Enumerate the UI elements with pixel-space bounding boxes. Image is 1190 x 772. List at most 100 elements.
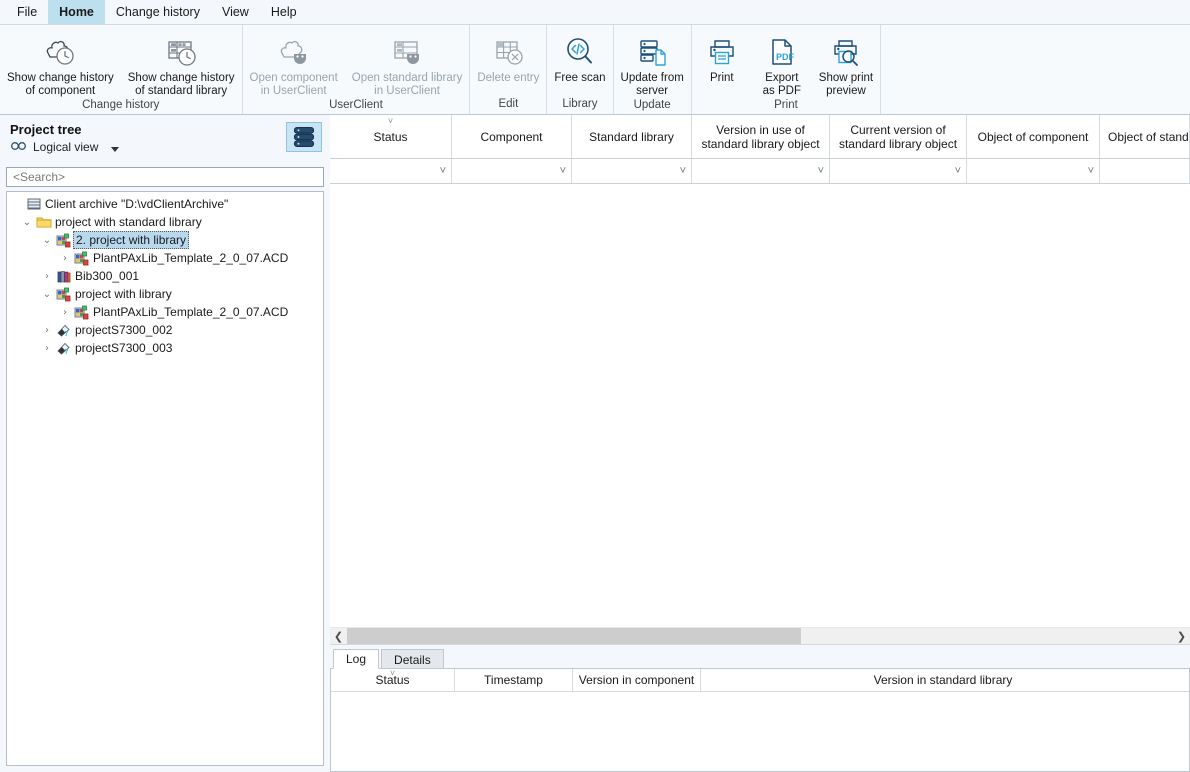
- tree-expander[interactable]: ›: [39, 325, 55, 336]
- chevron-down-icon[interactable]: [111, 146, 120, 152]
- ribbon-group-label: UserClient: [329, 99, 383, 111]
- tree-expander[interactable]: ›: [57, 253, 73, 264]
- chevron-down-icon[interactable]: ˅: [818, 166, 824, 177]
- grid-header-version-in-use[interactable]: Version in use of standard library objec…: [692, 115, 830, 158]
- tree-expander[interactable]: ⌄: [39, 235, 55, 246]
- grid-rows-area[interactable]: [330, 184, 1190, 627]
- tree-expander[interactable]: ⌄: [39, 289, 55, 300]
- tree-node-bib300-001[interactable]: › Bib300_001: [7, 267, 323, 285]
- project-tree-panel: Project tree Logical view <Search> Clien…: [0, 115, 330, 772]
- ribbon-group-edit: Delete entry Edit: [470, 25, 548, 114]
- chevron-down-icon[interactable]: ˅: [560, 166, 566, 177]
- log-panel: Log Details ˅ Status Timestamp Version i…: [330, 645, 1190, 772]
- tree-node-project-with-library[interactable]: ⌄ project with library: [7, 285, 323, 303]
- tree-node-label: project with library: [75, 287, 172, 301]
- tree-node-plantpaxlib-template-2[interactable]: › PlantPAxLib_Template_2_0_07.ACD: [7, 303, 323, 321]
- open-standard-library-in-userclient-button[interactable]: Open standard library in UserClient: [345, 28, 470, 98]
- chevron-down-icon[interactable]: ˅: [955, 166, 961, 177]
- project-icon: [55, 287, 73, 302]
- tree-node-label: projectS7300_002: [75, 323, 173, 337]
- show-change-history-of-standard-library-button[interactable]: Show change history of standard library: [121, 28, 242, 98]
- free-scan-button[interactable]: Free scan: [547, 28, 612, 85]
- project-tree[interactable]: Client archive "D:\vdClientArchive" ⌄ pr…: [6, 191, 324, 766]
- grid-filter-status[interactable]: ˅: [330, 159, 452, 183]
- grid-filter-current-version[interactable]: ˅: [830, 159, 967, 183]
- show-change-history-of-component-button[interactable]: Show change history of component: [0, 28, 121, 98]
- folder-icon: [35, 215, 53, 229]
- menu-item-file[interactable]: File: [6, 0, 48, 24]
- tree-expander[interactable]: ›: [39, 343, 55, 354]
- tree-node-client-archive[interactable]: Client archive "D:\vdClientArchive": [7, 195, 323, 213]
- chevron-down-icon[interactable]: ˅: [1088, 166, 1094, 177]
- scroll-left-icon[interactable]: ❮: [330, 627, 347, 644]
- log-header-timestamp[interactable]: Timestamp: [455, 669, 573, 691]
- grid-header-object-of-standard-library[interactable]: Object of standard library: [1100, 115, 1190, 158]
- s7-project-icon: 7: [55, 341, 73, 356]
- update-from-server-icon: [632, 32, 672, 70]
- grid-filter-object-of-standard-library[interactable]: [1100, 159, 1190, 183]
- column-label: Object of component: [977, 129, 1089, 144]
- scroll-thumb[interactable]: [347, 627, 802, 644]
- grid-header-status[interactable]: ˅ Status: [330, 115, 452, 158]
- print-button[interactable]: Print: [692, 28, 752, 85]
- tree-expander[interactable]: ›: [39, 271, 55, 282]
- search-box[interactable]: [6, 167, 324, 187]
- menu-item-view[interactable]: View: [211, 0, 260, 24]
- menu-item-change-history[interactable]: Change history: [105, 0, 211, 24]
- grid-filter-component[interactable]: ˅: [452, 159, 572, 183]
- open-component-in-userclient-button[interactable]: Open component in UserClient: [243, 28, 345, 98]
- ribbon-group-update: Update from server Update: [614, 25, 692, 114]
- grid-filter-version-in-use[interactable]: ˅: [692, 159, 830, 183]
- tree-node-label: 2. project with library: [73, 231, 190, 249]
- grid-header-object-of-component[interactable]: Object of component: [967, 115, 1100, 158]
- list-rows-icon[interactable]: [286, 122, 322, 152]
- column-label: Timestamp: [484, 673, 543, 687]
- tree-node-project-with-standard-library[interactable]: ⌄ project with standard library: [7, 213, 323, 231]
- workspace: Project tree Logical view <Search> Clien…: [0, 115, 1190, 772]
- menu-item-help[interactable]: Help: [260, 0, 308, 24]
- delete-entry-icon: [488, 32, 528, 70]
- chevron-down-icon[interactable]: ˅: [680, 166, 686, 177]
- ribbon-group-label: Update: [633, 99, 671, 111]
- project-tree-header: Project tree Logical view: [0, 115, 330, 163]
- column-label: Object of standard library: [1108, 129, 1189, 144]
- log-rows-area[interactable]: [331, 692, 1189, 771]
- tab-log[interactable]: Log: [333, 649, 380, 669]
- menu-item-home[interactable]: Home: [48, 0, 105, 24]
- tree-expander[interactable]: ›: [57, 307, 73, 318]
- tab-details[interactable]: Details: [381, 649, 444, 669]
- log-header-status[interactable]: ˅ Status: [331, 669, 455, 691]
- search-input[interactable]: [11, 169, 319, 185]
- tree-node-label: PlantPAxLib_Template_2_0_07.ACD: [93, 305, 289, 319]
- log-tabstrip: Log Details: [330, 649, 1190, 669]
- show-print-preview-button[interactable]: Show print preview: [812, 28, 880, 98]
- tree-node-projects7300-003[interactable]: › 7 projectS7300_003: [7, 339, 323, 357]
- tree-node-2-project-with-library[interactable]: ⌄ 2. project with library: [7, 231, 323, 249]
- grid-filter-standard-library[interactable]: ˅: [572, 159, 692, 183]
- grid-header-row: ˅ Status Component Standard library Vers…: [330, 115, 1190, 159]
- export-as-pdf-button[interactable]: PDF Export as PDF: [752, 28, 812, 98]
- ribbon-group-label: Edit: [498, 98, 519, 110]
- tree-node-plantpaxlib-template-1[interactable]: › PlantPAxLib_Template_2_0_07.ACD: [7, 249, 323, 267]
- scroll-track[interactable]: [347, 627, 1173, 644]
- log-header-version-in-component[interactable]: Version in component: [573, 669, 701, 691]
- view-mode-selector[interactable]: Logical view: [10, 140, 286, 154]
- scroll-right-icon[interactable]: ❯: [1173, 627, 1190, 644]
- button-caption: Open standard library in UserClient: [351, 72, 463, 97]
- svg-text:7: 7: [65, 349, 69, 356]
- log-header-version-in-standard-library[interactable]: Version in standard library: [701, 669, 1185, 691]
- grid-header-standard-library[interactable]: Standard library: [572, 115, 692, 158]
- grid-header-current-version[interactable]: Current version of standard library obje…: [830, 115, 967, 158]
- grid-filter-object-of-component[interactable]: ˅: [967, 159, 1100, 183]
- grid-horizontal-scrollbar[interactable]: ❮ ❯: [330, 627, 1190, 644]
- svg-text:7: 7: [65, 331, 69, 338]
- project-icon: [73, 251, 91, 266]
- tree-node-projects7300-002[interactable]: › 7 projectS7300_002: [7, 321, 323, 339]
- update-from-server-button[interactable]: Update from server: [614, 28, 691, 98]
- chevron-down-icon[interactable]: ˅: [440, 166, 446, 177]
- tree-expander[interactable]: ⌄: [19, 217, 35, 228]
- print-preview-icon: [826, 32, 866, 70]
- ribbon-group-print: Print PDF Export as PDF Show print previ…: [692, 25, 882, 114]
- delete-entry-button[interactable]: Delete entry: [470, 28, 546, 85]
- grid-header-component[interactable]: Component: [452, 115, 572, 158]
